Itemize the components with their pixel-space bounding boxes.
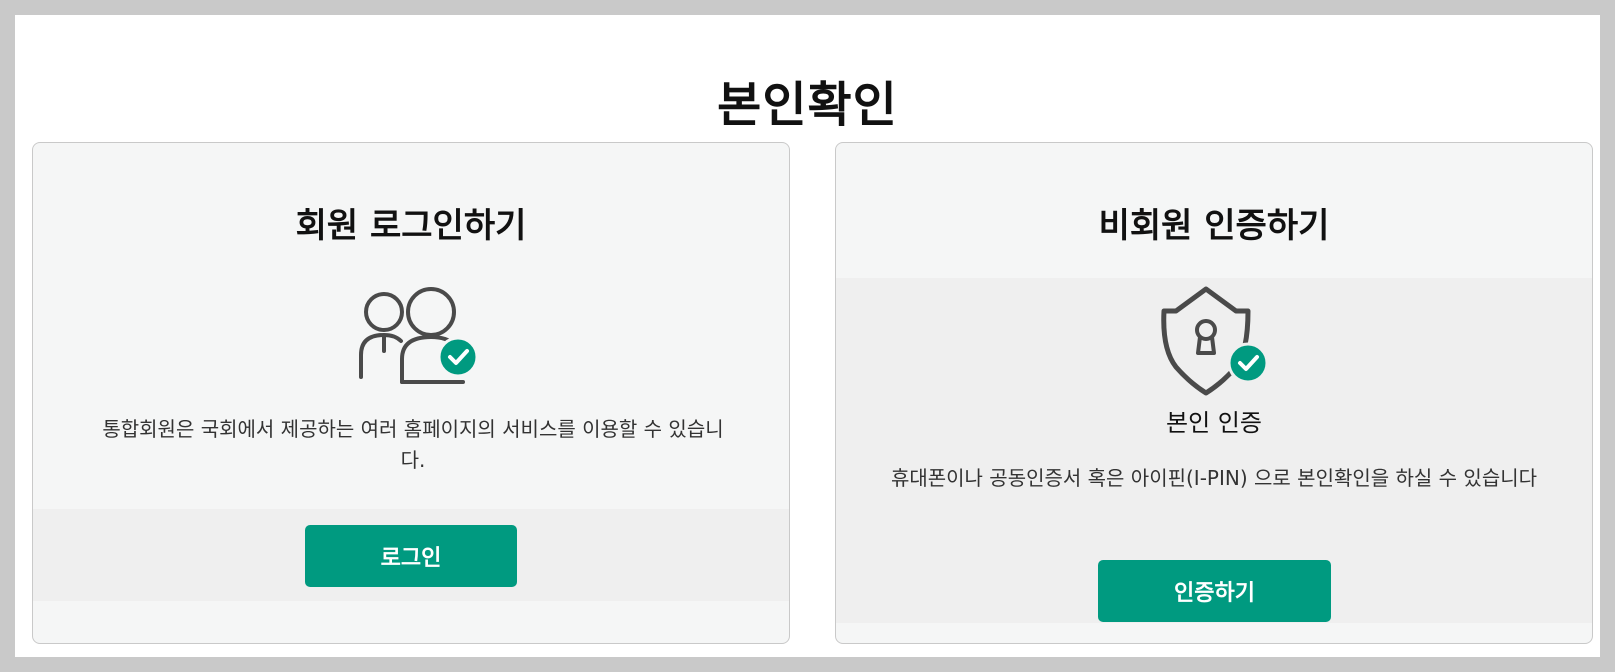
identity-verification-page: 본인확인 회원 로그인하기 통합회원은 국회에서 제공하는 여러 홈페이지의 서… xyxy=(15,15,1600,657)
identity-verification-subtitle: 본인 인증 xyxy=(1166,409,1262,437)
member-login-title: 회원 로그인하기 xyxy=(295,206,527,246)
nonmember-verify-card: 비회원 인증하기 본인 인증 휴대폰이나 공동인증서 혹은 아이핀(I-PIN)… xyxy=(835,142,1593,644)
nonmember-verify-description: 휴대폰이나 공동인증서 혹은 아이핀(I-PIN) 으로 본인확인을 하실 수 … xyxy=(890,466,1538,490)
login-button[interactable]: 로그인 xyxy=(305,525,517,587)
users-check-icon xyxy=(359,287,479,384)
shield-keyhole-check-icon xyxy=(1161,286,1269,396)
verify-button[interactable]: 인증하기 xyxy=(1098,560,1331,622)
nonmember-verify-title: 비회원 인증하기 xyxy=(1098,206,1330,246)
page-title: 본인확인 xyxy=(717,77,898,134)
member-login-description: 통합회원은 국회에서 제공하는 여러 홈페이지의 서비스를 이용할 수 있습니다… xyxy=(102,417,724,472)
member-login-card: 회원 로그인하기 통합회원은 국회에서 제공하는 여러 홈페이지의 서비스를 이… xyxy=(32,142,790,644)
